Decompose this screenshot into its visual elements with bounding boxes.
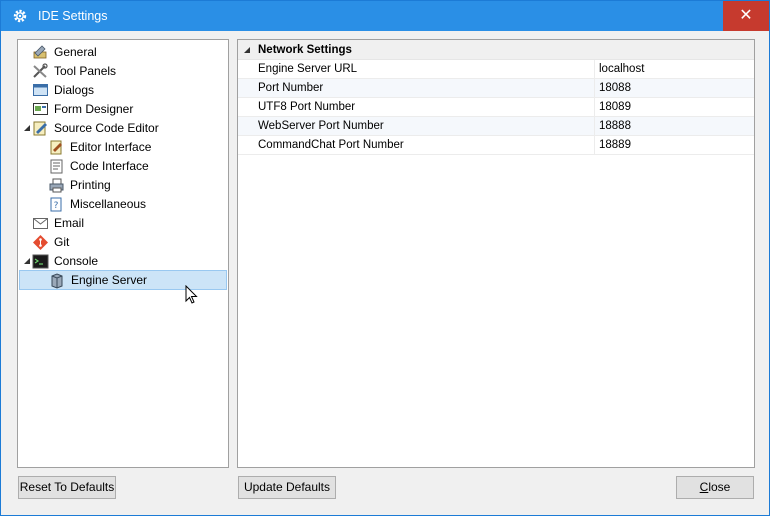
- collapse-arrow-icon[interactable]: [243, 46, 251, 54]
- property-value[interactable]: 18089: [599, 101, 631, 113]
- column-divider[interactable]: [594, 79, 595, 98]
- tree-item-tool-panels[interactable]: Tool Panels: [32, 62, 222, 81]
- email-icon: [33, 218, 48, 229]
- tool-panels-icon: [33, 63, 48, 78]
- property-name: WebServer Port Number: [258, 120, 384, 132]
- mouse-cursor-icon: [185, 285, 198, 304]
- tree-item-label: Form Designer: [54, 102, 134, 116]
- property-name: Port Number: [258, 82, 324, 94]
- property-row-webserver-port-number[interactable]: WebServer Port Number 18888: [238, 117, 754, 136]
- tree-item-label: Email: [54, 216, 85, 230]
- tree-item-label: Engine Server: [71, 273, 148, 287]
- tree-item-label: Code Interface: [70, 159, 149, 173]
- git-icon: [33, 235, 48, 250]
- tree-item-label: Miscellaneous: [70, 197, 147, 211]
- tree-item-miscellaneous[interactable]: ? Miscellaneous: [48, 195, 222, 214]
- tree-item-editor-interface[interactable]: Editor Interface: [48, 138, 222, 157]
- tree-item-label: Printing: [70, 178, 111, 192]
- reset-to-defaults-button[interactable]: Reset To Defaults: [18, 476, 116, 499]
- update-defaults-button[interactable]: Update Defaults: [238, 476, 336, 499]
- tree-item-code-interface[interactable]: Code Interface: [48, 157, 222, 176]
- dialogs-icon: [33, 84, 48, 96]
- tree-item-general[interactable]: General: [32, 43, 222, 62]
- tree-item-dialogs[interactable]: Dialogs: [32, 81, 222, 100]
- property-grid[interactable]: Network Settings Engine Server URL local…: [237, 39, 755, 468]
- general-icon: [33, 45, 47, 59]
- category-label: Network Settings: [258, 44, 352, 56]
- tree-item-email[interactable]: Email: [32, 214, 222, 233]
- tree-item-label: Tool Panels: [54, 64, 117, 78]
- category-network-settings[interactable]: Network Settings: [238, 40, 754, 60]
- tree-item-label: Editor Interface: [70, 140, 152, 154]
- form-designer-icon: [33, 103, 48, 115]
- tree-item-label: General: [54, 45, 97, 59]
- printing-icon: [49, 178, 64, 193]
- property-row-port-number[interactable]: Port Number 18088: [238, 79, 754, 98]
- property-name: CommandChat Port Number: [258, 139, 404, 151]
- column-divider[interactable]: [594, 60, 595, 79]
- expanded-arrow-icon[interactable]: [23, 124, 31, 132]
- source-code-editor-icon: [33, 121, 47, 136]
- property-row-commandchat-port-number[interactable]: CommandChat Port Number 18889: [238, 136, 754, 155]
- settings-tree[interactable]: General Tool Panels Dialogs Form Designe…: [17, 39, 229, 468]
- column-divider[interactable]: [594, 98, 595, 117]
- property-value[interactable]: 18889: [599, 139, 631, 151]
- gear-icon: [13, 9, 27, 23]
- window-title: IDE Settings: [38, 9, 108, 23]
- miscellaneous-icon: ?: [50, 197, 62, 212]
- tree-item-label: Git: [54, 235, 70, 249]
- property-value[interactable]: localhost: [599, 63, 644, 75]
- tree-item-source-code-editor[interactable]: Source Code Editor: [32, 119, 222, 138]
- column-divider[interactable]: [594, 117, 595, 136]
- settings-window: IDE Settings ✕ General Tool Panels Dialo…: [0, 0, 770, 516]
- property-name: Engine Server URL: [258, 63, 358, 75]
- tree-item-label: Source Code Editor: [54, 121, 159, 135]
- engine-server-icon: [51, 273, 63, 289]
- editor-interface-icon: [50, 140, 62, 155]
- svg-text:?: ?: [54, 201, 59, 211]
- property-name: UTF8 Port Number: [258, 101, 356, 113]
- console-icon: [32, 254, 49, 269]
- title-bar[interactable]: IDE Settings ✕: [1, 1, 769, 31]
- tree-item-console[interactable]: Console: [32, 252, 222, 271]
- close-label-rest: lose: [708, 480, 731, 494]
- window-close-button[interactable]: ✕: [723, 1, 769, 31]
- tree-item-form-designer[interactable]: Form Designer: [32, 100, 222, 119]
- tree-item-printing[interactable]: Printing: [48, 176, 222, 195]
- tree-item-git[interactable]: Git: [32, 233, 222, 252]
- close-button[interactable]: Close: [676, 476, 754, 499]
- property-row-utf8-port-number[interactable]: UTF8 Port Number 18089: [238, 98, 754, 117]
- tree-item-label: Dialogs: [54, 83, 95, 97]
- column-divider[interactable]: [594, 136, 595, 155]
- property-value[interactable]: 18888: [599, 120, 631, 132]
- expanded-arrow-icon[interactable]: [23, 257, 31, 265]
- property-row-engine-server-url[interactable]: Engine Server URL localhost: [238, 60, 754, 79]
- tree-item-label: Console: [54, 254, 99, 268]
- property-value[interactable]: 18088: [599, 82, 631, 94]
- code-interface-icon: [50, 159, 63, 174]
